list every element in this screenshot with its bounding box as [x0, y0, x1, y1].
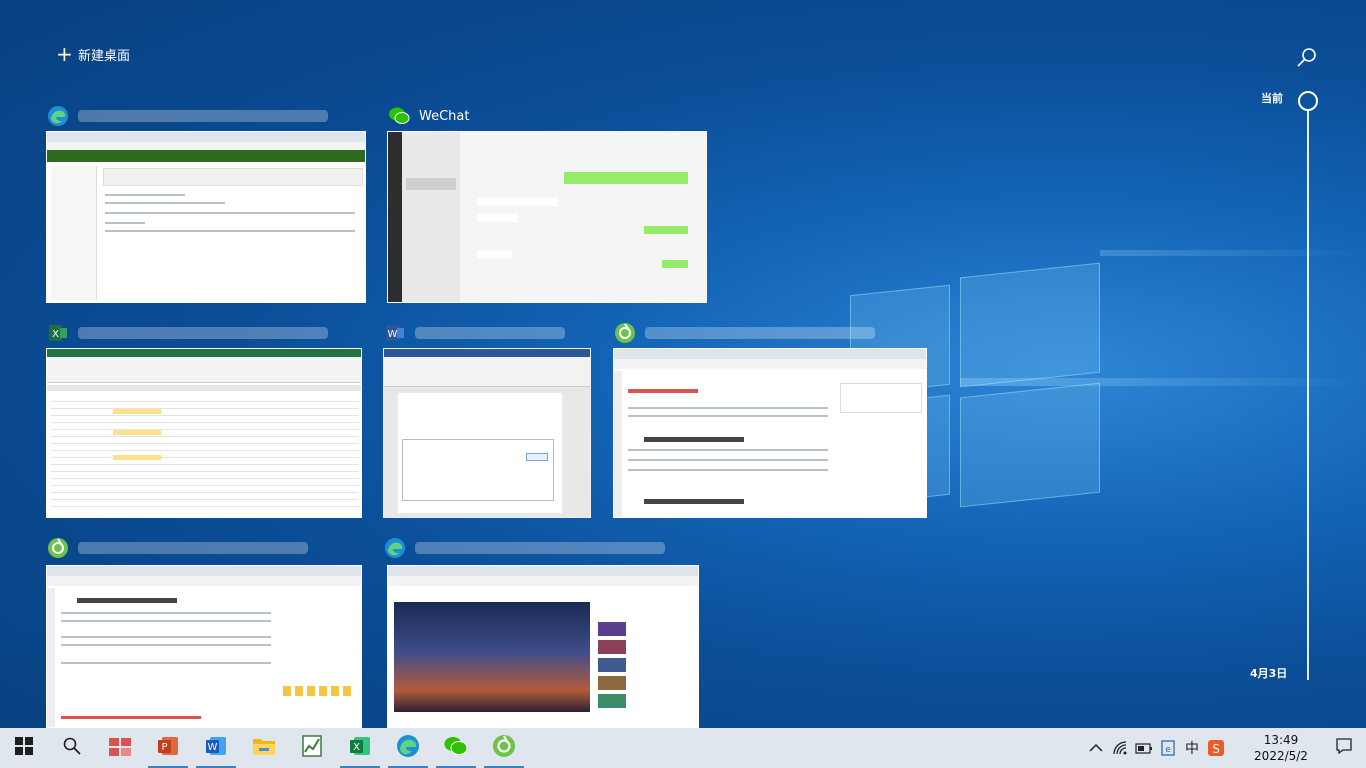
- svg-text:W: W: [388, 329, 398, 340]
- ime-mode-label[interactable]: 中: [1180, 728, 1204, 768]
- word-icon: W: [204, 734, 228, 762]
- clock-time: 13:49: [1263, 733, 1299, 747]
- svg-text:X: X: [52, 329, 59, 340]
- powerpoint-icon: P: [156, 734, 180, 762]
- windows-start-icon: [15, 737, 33, 759]
- window-title-bar: [46, 103, 328, 129]
- search-button[interactable]: [48, 728, 96, 768]
- browser-icon: [613, 321, 637, 345]
- clock[interactable]: 13:49 2022/5/2: [1240, 732, 1322, 764]
- wechat-icon: [444, 735, 468, 761]
- taskbar-browser[interactable]: [480, 728, 528, 768]
- file-explorer-icon: [252, 735, 276, 761]
- word-icon: W: [383, 321, 407, 345]
- window-preview: [387, 565, 699, 728]
- timeline-current-marker[interactable]: [1298, 91, 1318, 111]
- window-preview: [46, 348, 362, 518]
- taskbar: P W X e 中 S 13:49 2022/5/2: [0, 728, 1366, 768]
- window-title-text: [415, 327, 565, 339]
- window-preview: [387, 131, 707, 303]
- plus-icon: +: [56, 42, 73, 66]
- light-beam: [1100, 250, 1366, 256]
- window-preview: [46, 131, 366, 303]
- window-thumbnail-wechat[interactable]: WeChat: [387, 103, 707, 303]
- notification-icon: [1335, 737, 1353, 759]
- taskbar-remote-app[interactable]: [96, 728, 144, 768]
- window-thumbnail-browser[interactable]: [613, 320, 927, 518]
- window-title-bar: [46, 535, 308, 561]
- notification-center-button[interactable]: [1322, 728, 1366, 768]
- svg-text:S: S: [1212, 742, 1220, 756]
- sogou-ime-icon[interactable]: S: [1204, 728, 1228, 768]
- excel-icon: X: [348, 734, 372, 762]
- window-thumbnail-browser[interactable]: [46, 535, 362, 728]
- window-title-text: [78, 327, 328, 339]
- window-thumbnail-excel[interactable]: X: [46, 320, 362, 518]
- window-preview: [383, 348, 591, 518]
- browser-icon: [492, 734, 516, 762]
- window-preview: [46, 565, 362, 728]
- window-title-text: WeChat: [419, 108, 470, 124]
- search-icon[interactable]: [1295, 46, 1319, 70]
- taskbar-edge[interactable]: [384, 728, 432, 768]
- new-desktop-label: 新建桌面: [78, 48, 131, 64]
- window-title-bar: W: [383, 320, 565, 346]
- chart-app-icon: [301, 734, 323, 762]
- system-tray: e 中 S 13:49 2022/5/2: [1084, 728, 1366, 768]
- battery-icon[interactable]: [1132, 728, 1156, 768]
- taskbar-wechat[interactable]: [432, 728, 480, 768]
- window-title-text: [78, 542, 308, 554]
- window-title-text: [415, 542, 665, 554]
- svg-text:P: P: [161, 742, 167, 753]
- taskbar-file-explorer[interactable]: [240, 728, 288, 768]
- edge-icon: [383, 536, 407, 560]
- window-title-bar: [613, 320, 875, 346]
- window-title-bar: X: [46, 320, 328, 346]
- wechat-icon: [387, 104, 411, 128]
- remote-icon: [108, 735, 132, 761]
- taskbar-powerpoint[interactable]: P: [144, 728, 192, 768]
- taskbar-chart-app[interactable]: [288, 728, 336, 768]
- window-title-text: [78, 110, 328, 122]
- edge-icon: [396, 734, 420, 762]
- window-title-bar: [383, 535, 665, 561]
- timeline-track[interactable]: [1307, 110, 1309, 680]
- window-thumbnail-word[interactable]: W: [383, 320, 591, 518]
- taskbar-excel[interactable]: X: [336, 728, 384, 768]
- window-preview: [613, 348, 927, 518]
- excel-icon: X: [46, 321, 70, 345]
- browser-icon: [46, 536, 70, 560]
- svg-text:X: X: [353, 742, 360, 753]
- window-title-text: [645, 327, 875, 339]
- network-icon[interactable]: [1108, 728, 1132, 768]
- window-thumbnail-edge[interactable]: [383, 535, 699, 728]
- input-method-icon[interactable]: e: [1156, 728, 1180, 768]
- edge-icon: [46, 104, 70, 128]
- timeline-date-label: 4月3日: [1250, 667, 1288, 680]
- timeline-current-label: 当前: [1261, 92, 1283, 105]
- window-thumbnail[interactable]: [46, 103, 366, 303]
- new-desktop-button[interactable]: + 新建桌面: [56, 44, 130, 64]
- taskbar-word[interactable]: W: [192, 728, 240, 768]
- clock-date: 2022/5/2: [1254, 749, 1308, 763]
- start-button[interactable]: [0, 728, 48, 768]
- svg-text:e: e: [1165, 745, 1171, 755]
- show-hidden-icons-chevron-up-icon[interactable]: [1084, 728, 1108, 768]
- svg-text:W: W: [208, 742, 218, 753]
- window-title-bar: WeChat: [387, 103, 469, 129]
- search-icon: [63, 737, 81, 759]
